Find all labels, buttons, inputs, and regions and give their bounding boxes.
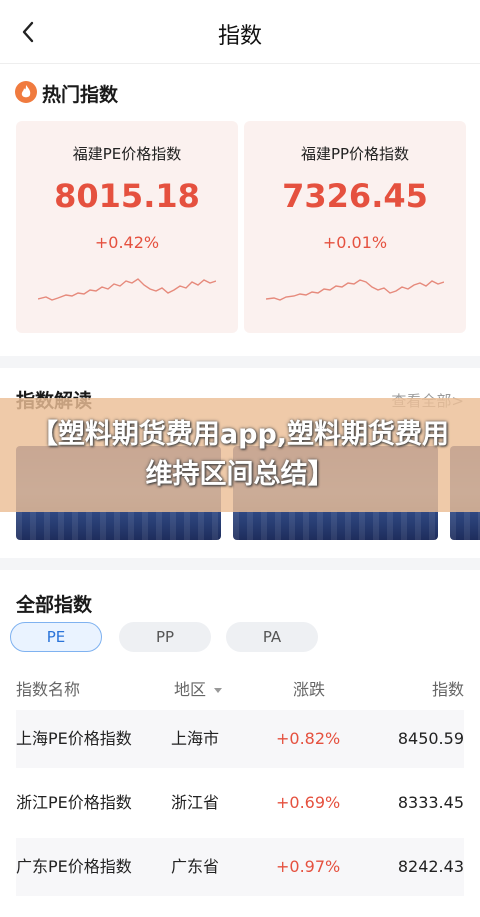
row-name: 上海PE价格指数 [16, 729, 132, 748]
top-bar: 指数 [0, 0, 480, 64]
row-name: 浙江PE价格指数 [16, 793, 132, 812]
table-row[interactable]: 浙江PE价格指数 浙江省 +0.69% 8333.45 [16, 774, 464, 832]
row-region: 浙江省 [171, 793, 220, 812]
table-row[interactable]: 上海PE价格指数 上海市 +0.82% 8450.59 [16, 710, 464, 768]
card-value: 8015.18 [54, 177, 200, 215]
card-name: 福建PP价格指数 [300, 145, 410, 163]
row-name: 广东PE价格指数 [16, 857, 132, 876]
card-change: +0.01% [322, 233, 388, 252]
card-change: +0.42% [94, 233, 160, 252]
banner-headline: 【塑料期货费用app,塑料期货费用维持区间总结】 [30, 419, 450, 490]
sparkline [266, 279, 444, 301]
banner-overlay: 【塑料期货费用app,塑料期货费用维持区间总结】 [0, 398, 480, 512]
row-region: 广东省 [171, 857, 220, 876]
row-index: 8242.43 [397, 857, 464, 876]
row-index: 8333.45 [397, 793, 464, 812]
table-row[interactable]: 广东PE价格指数 广东省 +0.97% 8242.43 [16, 838, 464, 896]
hot-index-card-pp[interactable]: 福建PP价格指数 7326.45 +0.01% [244, 121, 466, 333]
all-indices-section: 全部指数 PE PP PA 指数名称 地区 涨跌 指数 上海PE价格指数 上海市… [0, 570, 480, 917]
page-title: 指数 [217, 24, 262, 49]
column-header-name: 指数名称 [16, 680, 81, 699]
section-title-hot: 热门指数 [42, 84, 119, 106]
flame-icon [15, 81, 37, 103]
row-change: +0.82% [276, 729, 341, 748]
tab-pa[interactable]: PA [226, 622, 318, 652]
row-change: +0.69% [276, 793, 341, 812]
column-header-region: 地区 [174, 680, 207, 699]
row-index: 8450.59 [397, 729, 464, 748]
tab-pe[interactable]: PE [10, 622, 102, 652]
region-filter[interactable]: 地区 [174, 676, 223, 700]
card-name: 福建PE价格指数 [72, 145, 182, 163]
tab-pp[interactable]: PP [119, 622, 211, 652]
column-header-change: 涨跌 [293, 680, 326, 699]
section-title-all: 全部指数 [16, 594, 93, 616]
row-region: 上海市 [171, 729, 220, 748]
sparkline [38, 278, 216, 301]
row-change: +0.97% [276, 857, 341, 876]
caret-down-icon [214, 688, 223, 693]
column-header-index: 指数 [431, 680, 464, 699]
hot-index-card-pe[interactable]: 福建PE价格指数 8015.18 +0.42% [16, 121, 238, 333]
card-value: 7326.45 [282, 177, 428, 215]
hot-indices-section: 热门指数 福建PE价格指数 8015.18 +0.42% 福建PP价格指数 73… [0, 64, 480, 356]
